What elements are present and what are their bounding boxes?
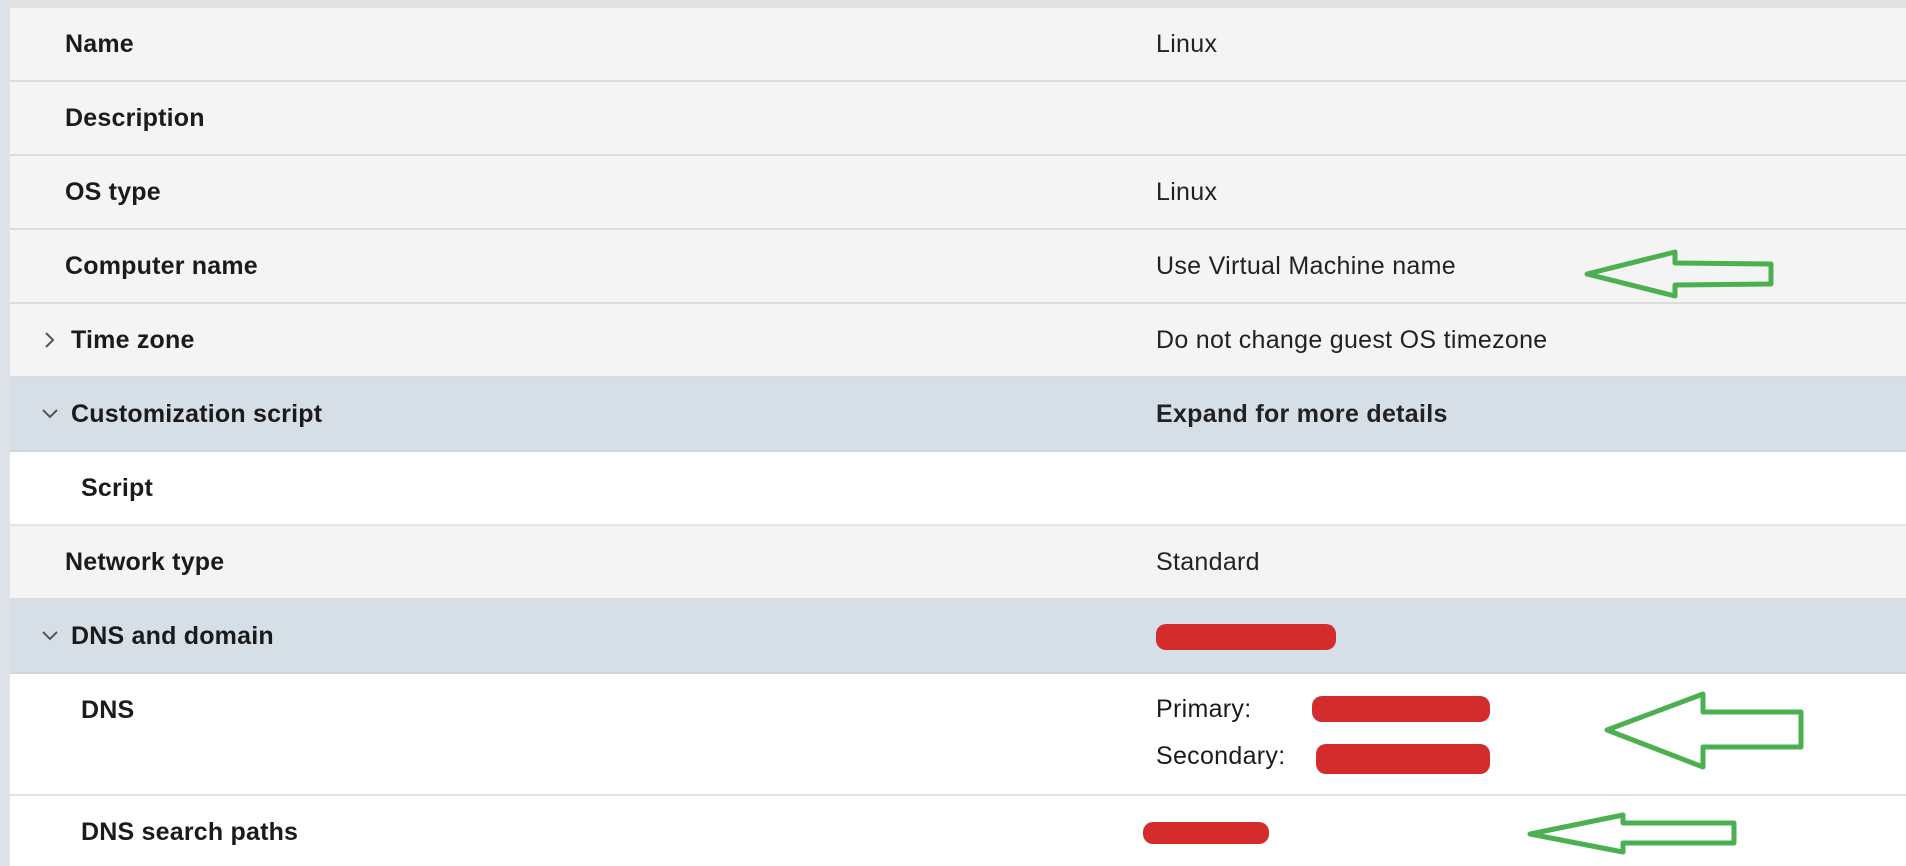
dns-primary-label: Primary:	[1156, 695, 1252, 723]
row-name: Name Linux	[10, 8, 1906, 82]
row-label: Name	[65, 30, 134, 58]
row-customization-script[interactable]: Customization script Expand for more det…	[10, 378, 1906, 452]
row-computer-name: Computer name Use Virtual Machine name	[10, 230, 1906, 304]
row-time-zone[interactable]: Time zone Do not change guest OS timezon…	[10, 304, 1906, 378]
row-label: DNS and domain	[71, 622, 274, 650]
redaction-mark	[1316, 744, 1490, 774]
row-label: OS type	[65, 178, 161, 206]
dns-secondary-label: Secondary:	[1156, 742, 1286, 770]
dns-primary-line: Primary:	[1156, 686, 1285, 733]
row-script: Script	[10, 452, 1906, 526]
row-label: DNS search paths	[81, 818, 299, 846]
chevron-right-icon[interactable]	[35, 304, 65, 376]
row-description: Description	[10, 82, 1906, 156]
left-border	[0, 0, 10, 866]
row-value: Expand for more details	[1156, 400, 1448, 428]
row-label: Script	[81, 474, 154, 502]
row-label: Description	[65, 104, 205, 132]
row-label: Customization script	[71, 400, 323, 428]
redaction-mark	[1156, 624, 1336, 650]
details-grid: Name Linux Description OS type Linux Com…	[10, 8, 1906, 866]
redaction-mark	[1312, 696, 1490, 722]
row-label: Time zone	[71, 326, 195, 354]
row-value: Standard	[1156, 548, 1260, 576]
row-value: Do not change guest OS timezone	[1156, 326, 1548, 354]
row-os-type: OS type Linux	[10, 156, 1906, 230]
row-label: Network type	[65, 548, 225, 576]
chevron-down-icon[interactable]	[35, 378, 65, 450]
row-value: Linux	[1156, 178, 1218, 206]
annotation-arrow-icon	[1584, 249, 1774, 299]
annotation-arrow-icon	[1527, 812, 1737, 855]
dns-values: Primary: Secondary:	[1156, 686, 1285, 780]
annotation-arrow-icon	[1604, 691, 1804, 770]
dns-secondary-line: Secondary:	[1156, 733, 1285, 780]
row-value: Use Virtual Machine name	[1156, 252, 1456, 280]
row-network-type: Network type Standard	[10, 526, 1906, 600]
row-label: Computer name	[65, 252, 258, 280]
row-label: DNS	[81, 696, 135, 724]
row-dns-and-domain[interactable]: DNS and domain	[10, 600, 1906, 674]
redaction-mark	[1143, 822, 1269, 844]
row-dns: DNS Primary: Secondary:	[10, 674, 1906, 796]
chevron-down-icon[interactable]	[35, 600, 65, 672]
row-dns-search-paths: DNS search paths	[10, 796, 1906, 866]
vm-customization-spec-details: Name Linux Description OS type Linux Com…	[0, 0, 1906, 866]
row-value: Linux	[1156, 30, 1218, 58]
